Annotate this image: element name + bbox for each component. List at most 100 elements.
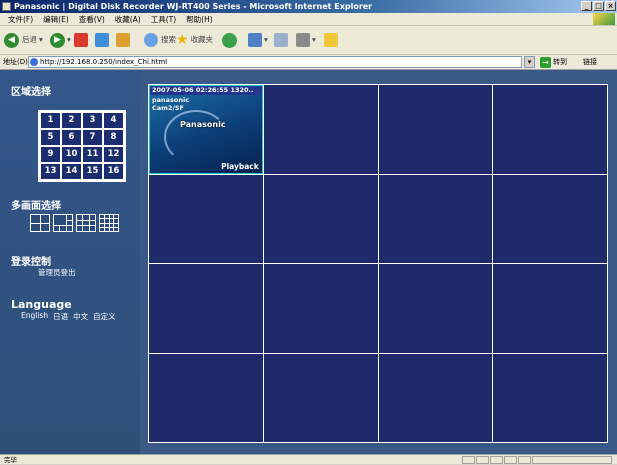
history-dropdown-icon[interactable]: ▾ (264, 30, 268, 50)
area-button-7[interactable]: 7 (83, 130, 102, 145)
language-links: English 日语 中文 自定义 (21, 311, 116, 322)
language-english-link[interactable]: English (21, 311, 48, 322)
home-button[interactable] (116, 30, 130, 50)
area-button-9[interactable]: 9 (41, 147, 60, 162)
page-icon (30, 58, 38, 66)
language-custom-link[interactable]: 自定义 (93, 311, 116, 322)
media-button[interactable] (222, 30, 237, 50)
print-button[interactable]: ▾ (296, 30, 316, 50)
search-label: 搜索 (161, 35, 176, 44)
area-button-10[interactable]: 10 (62, 147, 81, 162)
camera-view-9[interactable] (149, 264, 263, 353)
multiscreen-title: 多画面选择 (11, 201, 61, 212)
area-button-1[interactable]: 1 (41, 113, 60, 128)
address-label: 地址(D) (3, 58, 28, 66)
history-button[interactable]: ▾ (248, 30, 268, 50)
favorites-star-icon: ★ (176, 32, 189, 48)
layout-6-button[interactable] (53, 214, 73, 232)
window-title: Panasonic | Digital Disk Recorder WJ-RT4… (14, 2, 373, 11)
area-button-15[interactable]: 15 (83, 164, 102, 179)
layout-4-button[interactable] (30, 214, 50, 232)
camera-panasonic-logo: Panasonic (180, 120, 226, 129)
area-button-4[interactable]: 4 (104, 113, 123, 128)
area-button-12[interactable]: 12 (104, 147, 123, 162)
menu-favorites[interactable]: 收藏(A) (115, 13, 141, 25)
language-chinese-link[interactable]: 中文 (73, 311, 88, 322)
ie-app-icon (2, 2, 11, 11)
area-button-3[interactable]: 3 (83, 113, 102, 128)
area-button-2[interactable]: 2 (62, 113, 81, 128)
refresh-button[interactable] (95, 30, 109, 50)
go-button[interactable]: → 转到 (540, 56, 567, 68)
address-url: http://192.168.0.250/index_Chi.html (40, 58, 168, 66)
history-icon (248, 33, 262, 47)
print-dropdown-icon[interactable]: ▾ (312, 30, 316, 50)
camera-view-2[interactable] (263, 85, 378, 174)
area-button-13[interactable]: 13 (41, 164, 60, 179)
camera-view-5[interactable] (149, 174, 263, 263)
layout-9-button[interactable] (76, 214, 96, 232)
area-button-8[interactable]: 8 (104, 130, 123, 145)
search-button[interactable]: 搜索 (144, 30, 176, 50)
camera-view-4[interactable] (493, 85, 607, 174)
close-button[interactable]: × (605, 1, 616, 11)
media-icon (222, 32, 237, 48)
status-bar: 完毕 (0, 454, 617, 464)
login-control-title: 登录控制 (11, 257, 51, 268)
camera-view-16[interactable] (493, 353, 607, 442)
forward-dropdown-icon[interactable]: ▾ (67, 30, 71, 50)
status-cell (504, 456, 517, 464)
camera-view-11[interactable] (378, 264, 493, 353)
playback-label[interactable]: Playback (221, 162, 259, 171)
minimize-button[interactable]: _ (581, 1, 592, 11)
address-dropdown-button[interactable]: ▾ (524, 56, 535, 68)
page-content: 区域选择 1 2 3 4 5 6 7 8 9 10 11 12 13 14 15… (0, 70, 617, 454)
folder-button[interactable] (324, 30, 338, 50)
camera-grid: 2007-05-06 02:26:55 1320.. panasonic Cam… (148, 84, 608, 443)
print-icon (296, 33, 310, 47)
mail-button[interactable] (274, 30, 288, 50)
stop-button[interactable] (74, 30, 88, 50)
camera-title: panasonic (152, 96, 190, 104)
area-button-11[interactable]: 11 (83, 147, 102, 162)
camera-arc-graphic (164, 110, 228, 164)
menu-tools[interactable]: 工具(T) (151, 13, 176, 25)
language-japanese-link[interactable]: 日语 (53, 311, 68, 322)
area-button-16[interactable]: 16 (104, 164, 123, 179)
status-text: 完毕 (4, 456, 17, 464)
camera-view-15[interactable] (378, 353, 493, 442)
camera-view-1[interactable]: 2007-05-06 02:26:55 1320.. panasonic Cam… (149, 85, 263, 174)
language-title: Language (11, 298, 72, 311)
camera-timestamp: 2007-05-06 02:26:55 1320.. (150, 86, 262, 95)
browser-toolbar: ◀ 后退 ▾ ▶ ▾ 搜索 ★ 收藏夹 ▾ ▾ (0, 26, 617, 55)
status-zone-cell (532, 456, 612, 464)
status-cell (476, 456, 489, 464)
area-button-6[interactable]: 6 (62, 130, 81, 145)
admin-logout-link[interactable]: 管理员登出 (38, 267, 76, 278)
maximize-button[interactable]: □ (593, 1, 604, 11)
camera-view-12[interactable] (493, 264, 607, 353)
menu-help[interactable]: 帮助(H) (186, 13, 213, 25)
favorites-button[interactable]: ★ 收藏夹 (176, 30, 213, 50)
camera-view-8[interactable] (493, 174, 607, 263)
area-button-5[interactable]: 5 (41, 130, 60, 145)
camera-view-6[interactable] (263, 174, 378, 263)
area-button-14[interactable]: 14 (62, 164, 81, 179)
forward-button[interactable]: ▶ ▾ (50, 30, 71, 50)
camera-view-10[interactable] (263, 264, 378, 353)
favorites-label: 收藏夹 (190, 35, 214, 44)
back-dropdown-icon[interactable]: ▾ (39, 30, 43, 50)
camera-view-3[interactable] (378, 85, 493, 174)
address-input[interactable]: http://192.168.0.250/index_Chi.html (28, 56, 522, 68)
menu-file[interactable]: 文件(F) (8, 13, 33, 25)
menubar: 文件(F) 编辑(E) 查看(V) 收藏(A) 工具(T) 帮助(H) (0, 13, 617, 26)
camera-view-14[interactable] (263, 353, 378, 442)
layout-16-button[interactable] (99, 214, 119, 232)
window-controls: _ □ × (581, 1, 616, 11)
camera-view-13[interactable] (149, 353, 263, 442)
camera-view-7[interactable] (378, 174, 493, 263)
menu-view[interactable]: 查看(V) (79, 13, 105, 25)
menu-edit[interactable]: 编辑(E) (43, 13, 69, 25)
links-button[interactable]: 链接 (583, 55, 597, 69)
back-button[interactable]: ◀ 后退 ▾ (4, 30, 43, 50)
